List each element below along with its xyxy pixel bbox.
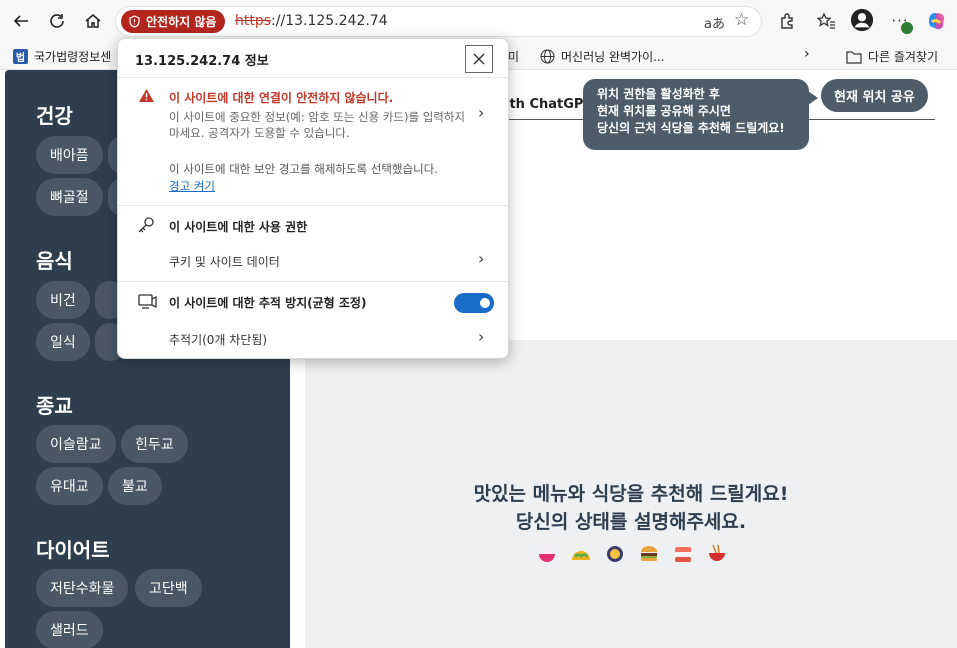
category-title-food: 음식 bbox=[36, 249, 73, 273]
url-scheme: https bbox=[235, 13, 272, 29]
url-text[interactable]: https://13.125.242.74 bbox=[235, 13, 388, 29]
address-bar[interactable]: 안전하지 않음 https://13.125.242.74 aあ ☆ bbox=[115, 6, 762, 37]
divider bbox=[118, 77, 510, 78]
tracking-prevention-toggle[interactable] bbox=[454, 293, 494, 313]
share-location-button[interactable]: 현재 위치 공유 bbox=[821, 79, 928, 112]
pill-fracture[interactable]: 뼈골절 bbox=[36, 178, 103, 216]
divider bbox=[118, 205, 510, 206]
welcome-line-2: 당신의 상태를 설명해주세요. bbox=[515, 511, 747, 533]
warning-triangle-icon bbox=[139, 89, 154, 102]
tracking-prevention-label: 이 사이트에 대한 추적 방지(균형 조정) bbox=[169, 296, 367, 310]
pill-salad[interactable]: 샐러드 bbox=[36, 611, 103, 648]
folder-icon bbox=[846, 50, 862, 64]
category-title-health: 건강 bbox=[36, 104, 73, 128]
warning-chevron-icon[interactable]: › bbox=[478, 103, 484, 122]
not-secure-label: 안전하지 않음 bbox=[146, 15, 217, 29]
pill-buddhism[interactable]: 불교 bbox=[108, 467, 162, 505]
popup-title: 13.125.242.74 정보 bbox=[135, 54, 269, 69]
rice-bowl-icon bbox=[539, 545, 555, 562]
category-title-religion: 종교 bbox=[36, 394, 73, 418]
connection-warning-body: 이 사이트에 중요한 정보(예: 암호 또는 신용 카드)를 입력하지 마세요.… bbox=[169, 110, 466, 140]
refresh-icon bbox=[50, 14, 64, 28]
cookies-site-data-item[interactable]: 쿠키 및 사이트 데이터 bbox=[169, 253, 280, 270]
profile-avatar[interactable] bbox=[850, 8, 874, 32]
warning-dismissed-note: 이 사이트에 대한 보안 경고를 해제하도록 선택했습니다. bbox=[169, 162, 438, 176]
welcome-message: 맛있는 메뉴와 식당을 추천해 드릴게요! 당신의 상태를 설명해주세요. bbox=[305, 480, 957, 536]
site-info-popup: 13.125.242.74 정보 이 사이트에 대한 연결이 안전하지 않습니다… bbox=[117, 38, 510, 359]
popup-close-button[interactable] bbox=[465, 45, 493, 73]
trackers-item[interactable]: 추적기(0개 차단됨) bbox=[169, 331, 267, 348]
user-icon bbox=[850, 8, 874, 32]
location-tooltip: 위치 권한을 활성화한 후 현재 위치를 공유해 주시면 당신의 근처 식당을 … bbox=[583, 79, 818, 150]
pill-islam[interactable]: 이슬람교 bbox=[36, 425, 116, 463]
key-icon bbox=[138, 217, 154, 233]
url-host: ://13.125.242.74 bbox=[271, 13, 388, 29]
translate-icon[interactable]: aあ bbox=[704, 13, 725, 32]
pill-low-carb[interactable]: 저탄수화물 bbox=[36, 569, 129, 607]
site-permissions-label: 이 사이트에 대한 사용 권한 bbox=[169, 220, 308, 234]
tracking-prevention-icon bbox=[138, 294, 157, 309]
connection-warning-title: 이 사이트에 대한 연결이 안전하지 않습니다. bbox=[169, 91, 394, 105]
divider bbox=[118, 281, 510, 282]
extensions-icon[interactable] bbox=[775, 9, 799, 33]
enable-warning-link[interactable]: 경고 켜기 bbox=[169, 178, 215, 194]
copilot-icon[interactable] bbox=[925, 9, 949, 33]
pill-judaism[interactable]: 유대교 bbox=[36, 467, 103, 505]
back-arrow-icon bbox=[13, 15, 28, 27]
back-button[interactable] bbox=[8, 8, 34, 34]
bookmark-partial-label: 미 bbox=[508, 50, 520, 64]
pill-japanese[interactable]: 일식 bbox=[36, 323, 90, 361]
not-secure-badge[interactable]: 안전하지 않음 bbox=[121, 10, 226, 33]
refresh-button[interactable] bbox=[44, 8, 70, 34]
favorite-star-icon[interactable]: ☆ bbox=[734, 10, 749, 30]
other-favorites[interactable]: 다른 즐겨찾기 bbox=[846, 48, 938, 65]
category-title-diet: 다이어트 bbox=[36, 538, 110, 562]
brand-title: ith ChatGPT bbox=[505, 97, 593, 112]
close-icon bbox=[473, 53, 485, 65]
pill-hinduism[interactable]: 힌두교 bbox=[121, 425, 188, 463]
pill-vegan[interactable]: 비건 bbox=[36, 281, 90, 319]
pill-high-protein[interactable]: 고단백 bbox=[135, 569, 202, 607]
update-badge-icon bbox=[901, 22, 913, 34]
burger-icon bbox=[641, 546, 657, 561]
bookmark-partial[interactable]: 미 bbox=[508, 48, 519, 65]
cookies-chevron-icon[interactable]: › bbox=[478, 249, 484, 268]
favorites-icon[interactable] bbox=[814, 9, 838, 33]
tooltip-line-1: 위치 권한을 활성화한 후 bbox=[597, 87, 720, 101]
globe-icon bbox=[540, 49, 555, 64]
bookmark-ml-guide[interactable]: 머신러닝 완벽가이... bbox=[540, 48, 665, 65]
chevron-right-icon[interactable]: › bbox=[804, 46, 810, 62]
tooltip-line-2: 현재 위치를 공유해 주시면 bbox=[597, 104, 731, 118]
bookmark-law[interactable]: 법 국가법령정보센 bbox=[13, 48, 111, 65]
bookmark-law-label: 국가법령정보센 bbox=[34, 50, 112, 64]
pan-food-icon bbox=[607, 546, 623, 562]
sushi-icon bbox=[675, 547, 691, 562]
shield-warning-icon bbox=[129, 15, 140, 28]
home-button[interactable] bbox=[80, 8, 106, 34]
trackers-chevron-icon[interactable]: › bbox=[478, 327, 484, 346]
noodle-bowl-icon bbox=[709, 544, 725, 561]
food-emoji-row bbox=[536, 543, 728, 565]
pill-stomachache[interactable]: 배아픔 bbox=[36, 136, 103, 174]
bookmark-ml-label: 머신러닝 완벽가이... bbox=[561, 50, 665, 64]
browser-toolbar: 안전하지 않음 https://13.125.242.74 aあ ☆ ··· bbox=[0, 0, 957, 42]
welcome-line-1: 맛있는 메뉴와 식당을 추천해 드릴게요! bbox=[473, 483, 789, 505]
law-site-icon: 법 bbox=[13, 49, 28, 64]
tooltip-line-3: 당신의 근처 식당을 추천해 드릴게요! bbox=[597, 121, 785, 135]
taco-icon bbox=[572, 551, 590, 560]
other-favorites-label: 다른 즐겨찾기 bbox=[868, 50, 939, 64]
home-icon bbox=[85, 14, 101, 28]
